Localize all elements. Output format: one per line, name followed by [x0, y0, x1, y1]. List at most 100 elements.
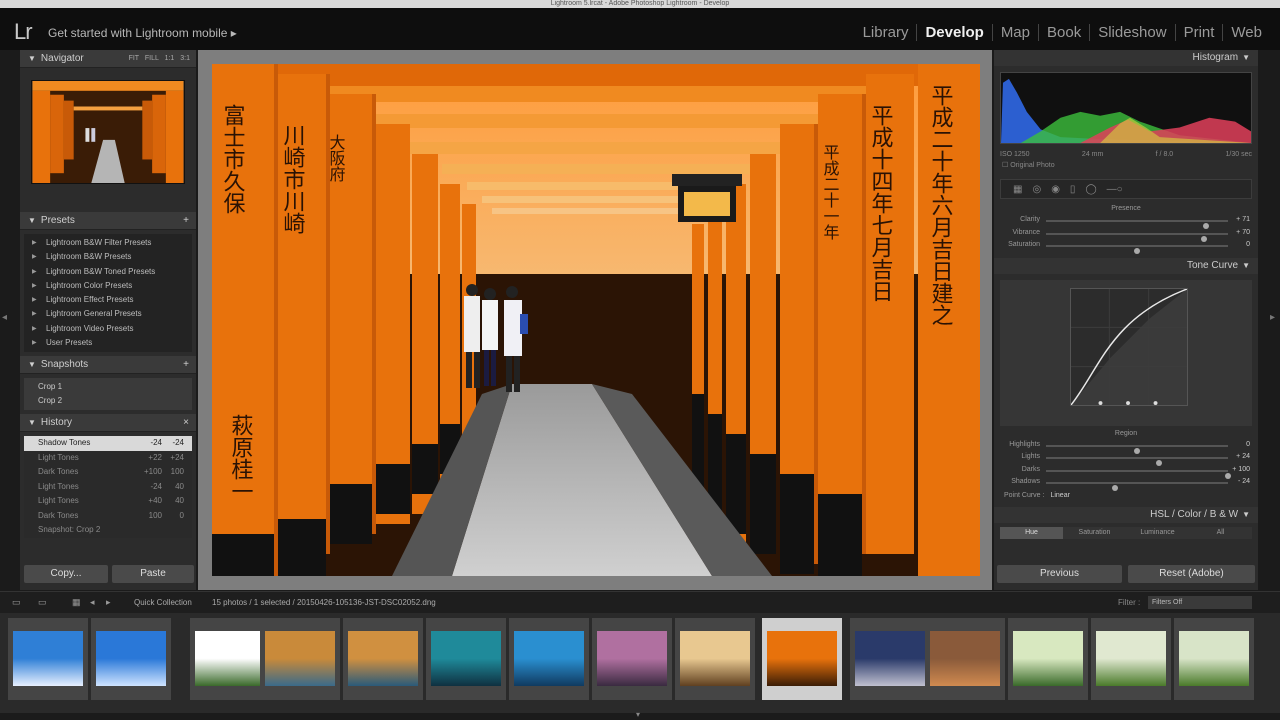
radial-filter-icon[interactable]: ◯ [1085, 184, 1096, 195]
reset-button[interactable]: Reset (Adobe) [1128, 565, 1255, 583]
filmstrip-thumbnail[interactable] [343, 618, 423, 700]
shadows-value[interactable]: - 24 [1238, 478, 1250, 485]
main-photo[interactable]: 富士市久保 川崎市川崎 萩原桂一 大阪府 平成二十年六月吉日建之 平成十四年七月… [212, 64, 980, 576]
filmstrip-thumbnail[interactable] [1008, 618, 1088, 700]
history-step[interactable]: Shadow Tones -24 -24 [24, 436, 192, 451]
module-map[interactable]: Map [991, 24, 1038, 41]
slider-track[interactable] [1046, 482, 1228, 491]
spot-removal-icon[interactable]: ◎ [1032, 184, 1041, 195]
history-step[interactable]: Snapshot: Crop 2 [24, 523, 192, 538]
thumbnail-image[interactable] [1013, 631, 1083, 686]
tab-hue[interactable]: Hue [1000, 526, 1063, 539]
back-arrow-icon[interactable]: ◂ [90, 597, 95, 608]
preset-folder[interactable]: ▶ Lightroom B&W Toned Presets [24, 265, 192, 279]
thumbnail-image[interactable] [96, 631, 166, 686]
module-print[interactable]: Print [1174, 24, 1223, 41]
thumbnail-image[interactable] [597, 631, 667, 686]
vibrance-slider[interactable]: Vibrance + 70 [994, 227, 1258, 242]
get-started-link[interactable]: Get started with Lightroom mobile ▸ [48, 26, 237, 40]
module-develop[interactable]: Develop [916, 24, 991, 41]
graduated-filter-icon[interactable]: ▯ [1070, 184, 1076, 195]
monitor-2-icon[interactable]: ▭ [38, 597, 47, 608]
darks-slider[interactable]: Darks + 100 [994, 464, 1258, 479]
tab-luminance[interactable]: Luminance [1126, 527, 1189, 539]
highlights-value[interactable]: 0 [1246, 441, 1250, 448]
thumbnail-image[interactable] [855, 631, 925, 686]
filmstrip-source-info[interactable]: 15 photos / 1 selected / 20150426-105136… [212, 598, 436, 607]
saturation-value[interactable]: 0 [1246, 241, 1250, 248]
preset-folder[interactable]: ▶ Lightroom Color Presets [24, 279, 192, 293]
filter-select[interactable]: Filters Off [1148, 596, 1252, 609]
paste-button[interactable]: Paste [112, 565, 194, 583]
add-snapshot-icon[interactable]: + [183, 356, 189, 374]
filmstrip-thumbnail[interactable] [8, 618, 88, 700]
filmstrip-thumbnail[interactable] [1174, 618, 1254, 700]
module-slideshow[interactable]: Slideshow [1089, 24, 1174, 41]
preset-folder[interactable]: ▶ Lightroom Effect Presets [24, 293, 192, 307]
slider-track[interactable] [1046, 444, 1228, 454]
slider-knob[interactable] [1134, 248, 1140, 254]
slider-track[interactable] [1046, 245, 1228, 254]
histogram-graph[interactable] [1000, 72, 1252, 144]
clarity-value[interactable]: + 71 [1236, 216, 1250, 223]
preset-folder[interactable]: ▶ User Presets [24, 336, 192, 350]
add-preset-icon[interactable]: + [183, 212, 189, 230]
preset-folder[interactable]: ▶ Lightroom Video Presets [24, 322, 192, 336]
snapshot-item[interactable]: Crop 1 [24, 380, 192, 394]
monitor-1-icon[interactable]: ▭ [12, 597, 21, 608]
lights-slider[interactable]: Lights + 24 [994, 451, 1258, 466]
filmstrip-thumbnail[interactable] [91, 618, 171, 700]
filmstrip-thumbnail[interactable] [260, 618, 340, 700]
filmstrip-thumbnail[interactable] [925, 618, 1005, 700]
filmstrip-toggle-icon[interactable]: ▾ [636, 710, 640, 719]
tab-all[interactable]: All [1189, 527, 1252, 539]
slider-track[interactable] [1046, 232, 1228, 242]
right-panel-toggle-icon[interactable]: ▸ [1270, 312, 1275, 323]
thumbnail-image[interactable] [431, 631, 501, 686]
history-header[interactable]: ▼ History × [20, 414, 196, 433]
highlights-slider[interactable]: Highlights 0 [994, 439, 1258, 454]
tab-saturation[interactable]: Saturation [1063, 527, 1126, 539]
point-curve-select[interactable]: Point Curve : Linear [994, 489, 1258, 503]
thumbnail-image[interactable] [1096, 631, 1166, 686]
history-step[interactable]: Light Tones +22 +24 [24, 451, 192, 466]
slider-track[interactable] [1046, 457, 1228, 466]
copy-button[interactable]: Copy... [24, 565, 108, 583]
histogram-header[interactable]: Histogram ▼ [994, 50, 1258, 66]
left-panel-toggle-icon[interactable]: ◂ [2, 312, 7, 323]
preset-folder[interactable]: ▶ Lightroom B&W Presets [24, 250, 192, 264]
darks-value[interactable]: + 100 [1232, 466, 1250, 473]
filmstrip-thumbnail[interactable] [675, 618, 755, 700]
thumbnail-image[interactable] [13, 631, 83, 686]
clear-history-icon[interactable]: × [183, 414, 189, 432]
slider-track[interactable] [1046, 469, 1231, 479]
module-library[interactable]: Library [855, 24, 917, 41]
navigator-header[interactable]: ▼ Navigator FIT FILL 1:1 3:1 [20, 50, 196, 68]
presets-header[interactable]: ▼ Presets + [20, 212, 196, 230]
navigator-preview[interactable] [31, 80, 185, 184]
thumbnail-image[interactable] [514, 631, 584, 686]
thumbnail-image[interactable] [767, 631, 837, 686]
adjustment-brush-icon[interactable]: —○ [1107, 184, 1123, 195]
shadows-slider[interactable]: Shadows - 24 [994, 476, 1258, 491]
preset-folder[interactable]: ▶ Lightroom General Presets [24, 307, 192, 321]
thumbnail-image[interactable] [680, 631, 750, 686]
module-web[interactable]: Web [1222, 24, 1270, 41]
history-step[interactable]: Light Tones -24 40 [24, 480, 192, 495]
filmstrip-thumbnail[interactable] [762, 618, 842, 700]
history-step[interactable]: Light Tones +40 40 [24, 494, 192, 509]
grid-view-icon[interactable]: ▦ [72, 597, 81, 608]
filmstrip-thumbnail[interactable] [850, 618, 930, 700]
filmstrip-thumbnail[interactable] [1091, 618, 1171, 700]
slider-track[interactable] [1046, 220, 1228, 229]
previous-button[interactable]: Previous [997, 565, 1122, 583]
thumbnail-image[interactable] [930, 631, 1000, 686]
filmstrip-thumbnail[interactable] [509, 618, 589, 700]
zoom-modes[interactable]: FIT FILL 1:1 3:1 [129, 50, 190, 68]
snapshots-header[interactable]: ▼ Snapshots + [20, 356, 196, 375]
module-book[interactable]: Book [1038, 24, 1089, 41]
tone-curve-graph[interactable] [1070, 287, 1188, 406]
quick-collection-label[interactable]: Quick Collection [134, 598, 192, 607]
thumbnail-image[interactable] [1179, 631, 1249, 686]
thumbnail-image[interactable] [348, 631, 418, 686]
